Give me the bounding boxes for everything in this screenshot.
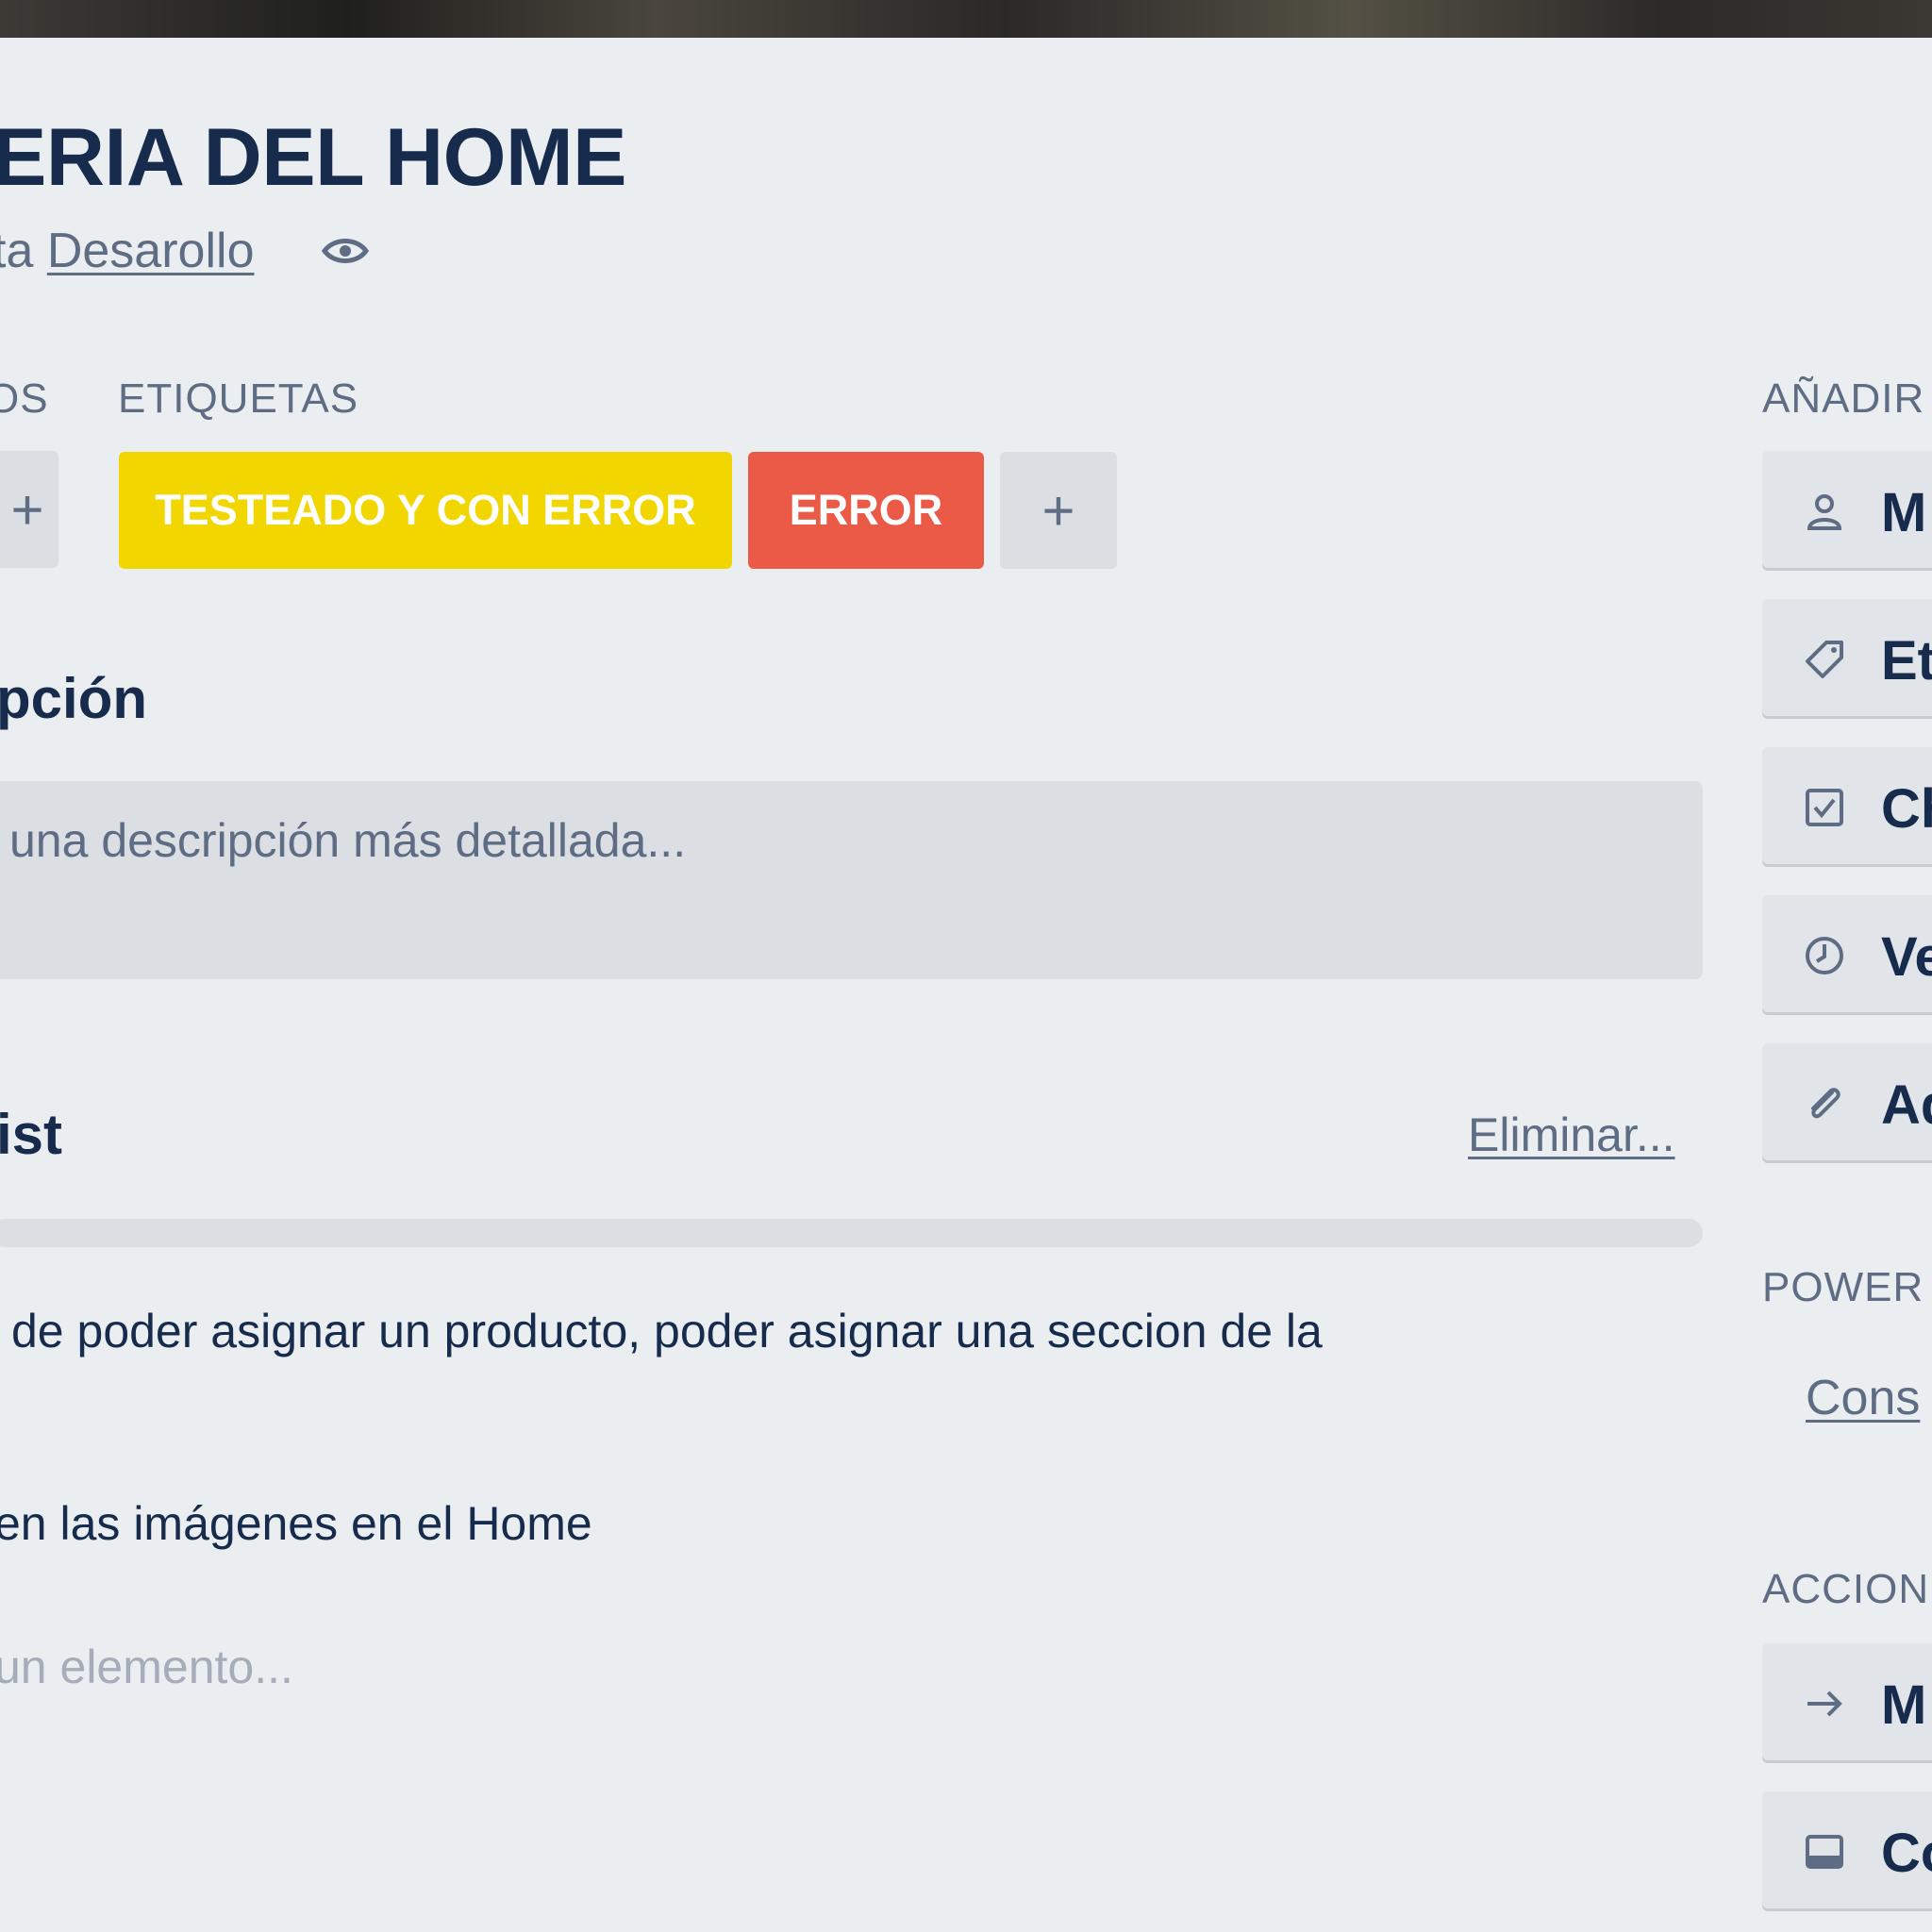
- clock-icon: [1806, 937, 1843, 974]
- card-icon: [1806, 1835, 1843, 1869]
- card-title[interactable]: ERIA DEL HOME: [0, 111, 627, 205]
- person-icon: [1807, 494, 1842, 530]
- plus-icon: +: [1041, 478, 1075, 542]
- tag-icon: [1806, 641, 1843, 678]
- attachment-button[interactable]: Ad: [1762, 1043, 1932, 1160]
- list-name-link[interactable]: Desarollo: [47, 224, 255, 278]
- labels-button[interactable]: Et: [1762, 599, 1932, 716]
- members-button-label: M: [1881, 482, 1927, 543]
- add-to-card-header: AÑADIR: [1762, 375, 1925, 422]
- add-checklist-item-input[interactable]: un elemento...: [0, 1640, 293, 1694]
- checklist-heading[interactable]: ist: [0, 1102, 62, 1167]
- move-button[interactable]: M: [1762, 1643, 1932, 1760]
- due-date-button[interactable]: Ve: [1762, 895, 1932, 1012]
- checklist-item[interactable]: de poder asignar un producto, poder asig…: [11, 1304, 1323, 1358]
- description-placeholder: una descripción más detallada...: [9, 814, 687, 867]
- description-heading: pción: [0, 667, 147, 730]
- checkbox-icon: [1806, 789, 1843, 826]
- checklist-item[interactable]: en las imágenes en el Home: [0, 1496, 592, 1551]
- paperclip-icon: [1811, 1088, 1840, 1119]
- actions-header: ACCION: [1762, 1566, 1930, 1612]
- copy-button[interactable]: Co: [1762, 1791, 1932, 1908]
- label-error[interactable]: ERROR: [748, 452, 984, 569]
- attachment-button-label: Ad: [1881, 1074, 1932, 1136]
- labels-button-label: Et: [1881, 630, 1932, 691]
- description-input[interactable]: [0, 781, 1703, 979]
- eye-icon[interactable]: [321, 232, 370, 270]
- card-detail-window: ERIA DEL HOME ta Desarollo OS + ETIQUETA…: [0, 0, 1932, 1932]
- plus-icon: +: [10, 477, 44, 541]
- members-label: OS: [0, 375, 49, 422]
- card-cover-image: [0, 0, 1932, 38]
- checklist-button-label: Ch: [1881, 778, 1932, 840]
- list-prefix: ta: [0, 224, 34, 278]
- checklist-button[interactable]: Ch: [1762, 747, 1932, 864]
- copy-button-label: Co: [1881, 1823, 1932, 1884]
- checklist-progress-bar: [0, 1219, 1703, 1247]
- arrow-right-icon: [1807, 1690, 1842, 1717]
- powerups-link[interactable]: Cons: [1806, 1370, 1920, 1426]
- add-member-button[interactable]: +: [0, 451, 58, 568]
- powerups-header: POWER: [1762, 1264, 1924, 1310]
- labels-header: ETIQUETAS: [118, 375, 359, 422]
- due-date-button-label: Ve: [1881, 926, 1932, 988]
- label-testeado-con-error[interactable]: TESTEADO Y CON ERROR: [119, 452, 732, 569]
- members-button[interactable]: M: [1762, 451, 1932, 568]
- move-button-label: M: [1881, 1674, 1927, 1736]
- delete-checklist-link[interactable]: Eliminar...: [1468, 1108, 1675, 1162]
- card-list-info: ta Desarollo: [0, 223, 254, 279]
- add-label-button[interactable]: +: [1000, 452, 1117, 569]
